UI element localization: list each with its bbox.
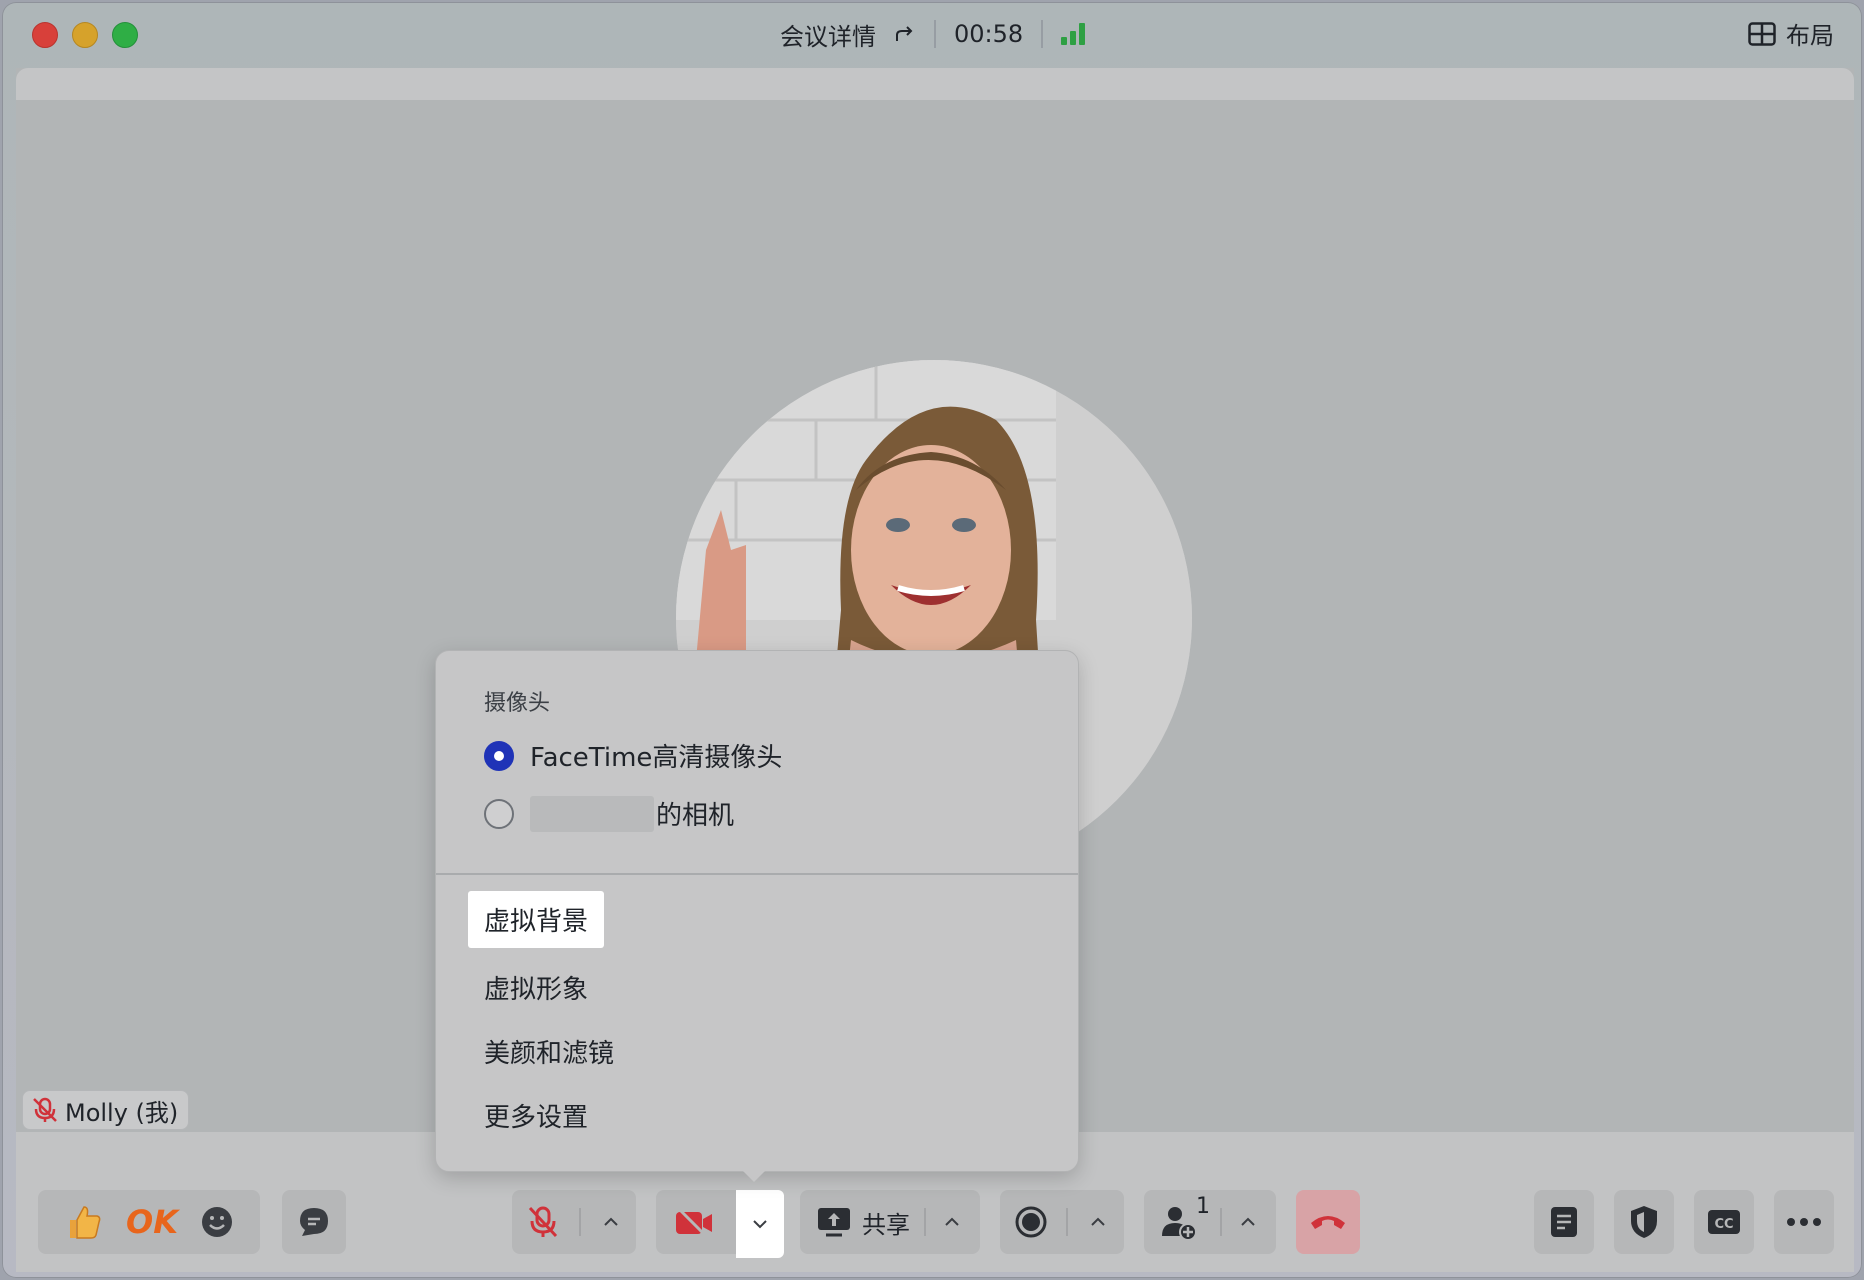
radio-unselected[interactable]	[484, 798, 514, 829]
share-label: 共享	[862, 1210, 910, 1239]
camera-options-menu: 摄像头 FaceTime高清摄像头 的相机 虚拟背景 虚拟形象 美颜和滤镜 更多…	[435, 650, 1079, 1172]
reactions-group: OK	[38, 1190, 260, 1254]
captions-icon: CC	[1708, 1210, 1740, 1234]
signal-strength-icon[interactable]	[1061, 23, 1086, 45]
toolbar-separator	[924, 1208, 926, 1236]
virtual-avatar-item[interactable]: 虚拟形象	[484, 969, 588, 1006]
svg-text:CC: CC	[1714, 1217, 1733, 1232]
virtual-background-item[interactable]: 虚拟背景	[468, 891, 605, 948]
layout-button[interactable]: 布局	[1748, 16, 1834, 51]
stage-header-strip	[16, 68, 1854, 100]
beauty-filters-item[interactable]: 美颜和滤镜	[484, 1033, 614, 1070]
title-separator	[1041, 20, 1044, 48]
zoom-window-button[interactable]	[112, 22, 138, 48]
record-icon[interactable]	[1014, 1205, 1048, 1239]
minimize-window-button[interactable]	[72, 22, 98, 48]
chevron-down-icon	[753, 1220, 767, 1229]
camera-option-label: FaceTime高清摄像头	[530, 743, 783, 773]
close-window-button[interactable]	[32, 22, 58, 48]
meeting-info: 会议详情 00:58	[780, 16, 1086, 52]
meeting-window: 会议详情 00:58 布局 Molly (我) OK 共享 1 CC 摄像头 F…	[2, 2, 1862, 1278]
camera-option-facetime[interactable]: FaceTime高清摄像头	[484, 737, 782, 774]
share-link-icon[interactable]	[894, 23, 916, 45]
microphone-control	[512, 1190, 636, 1254]
toolbar-separator	[579, 1208, 581, 1236]
more-options-button[interactable]	[1774, 1190, 1834, 1254]
ok-reaction-button[interactable]: OK	[126, 1203, 178, 1241]
security-button[interactable]	[1614, 1190, 1674, 1254]
participants-button[interactable]: 1	[1160, 1194, 1210, 1242]
participant-name-tag: Molly (我)	[22, 1090, 190, 1130]
title-bar: 会议详情 00:58 布局	[2, 2, 1862, 68]
camera-off-icon[interactable]	[674, 1206, 714, 1238]
meeting-timer: 00:58	[954, 20, 1024, 48]
layout-label: 布局	[1786, 22, 1834, 50]
participants-count: 1	[1196, 1194, 1210, 1219]
chat-icon	[300, 1208, 328, 1236]
camera-option-phone[interactable]: 的相机	[484, 795, 734, 832]
captions-button[interactable]: CC	[1694, 1190, 1754, 1254]
leave-meeting-button[interactable]	[1296, 1190, 1360, 1254]
record-control	[1000, 1190, 1124, 1254]
share-control: 共享	[800, 1190, 980, 1254]
mic-muted-icon[interactable]	[525, 1204, 561, 1240]
more-icon	[1787, 1218, 1821, 1226]
radio-selected[interactable]	[484, 740, 514, 771]
smile-icon[interactable]	[200, 1205, 234, 1239]
chevron-up-icon[interactable]	[599, 1210, 623, 1234]
notes-icon	[1551, 1207, 1577, 1237]
chevron-up-icon[interactable]	[1236, 1210, 1260, 1234]
security-icon	[1631, 1206, 1657, 1238]
camera-option-label: 的相机	[656, 801, 735, 831]
meeting-details-link[interactable]: 会议详情	[780, 17, 876, 52]
title-separator	[934, 20, 936, 48]
chat-button[interactable]	[282, 1190, 346, 1254]
layout-grid-icon	[1748, 21, 1776, 46]
mic-muted-icon	[33, 1097, 57, 1122]
chevron-up-icon[interactable]	[940, 1210, 964, 1234]
chevron-up-icon[interactable]	[1086, 1210, 1110, 1234]
participants-control: 1	[1144, 1190, 1276, 1254]
thumbs-up-icon[interactable]	[64, 1202, 104, 1242]
share-screen-icon	[818, 1208, 850, 1237]
menu-divider	[436, 873, 1078, 875]
share-screen-button[interactable]: 共享	[816, 1205, 910, 1240]
notes-button[interactable]	[1534, 1190, 1594, 1254]
add-person-icon	[1162, 1207, 1197, 1241]
toolbar-separator	[1066, 1208, 1068, 1236]
camera-options-chevron[interactable]	[736, 1190, 784, 1258]
toolbar-separator	[1220, 1208, 1222, 1236]
hangup-icon	[1311, 1216, 1345, 1229]
redacted-device-name	[530, 795, 654, 832]
more-settings-item[interactable]: 更多设置	[484, 1097, 588, 1134]
participant-name: Molly (我)	[65, 1098, 179, 1127]
menu-pointer-arrow	[740, 1168, 768, 1182]
camera-section-heading: 摄像头	[484, 691, 551, 716]
